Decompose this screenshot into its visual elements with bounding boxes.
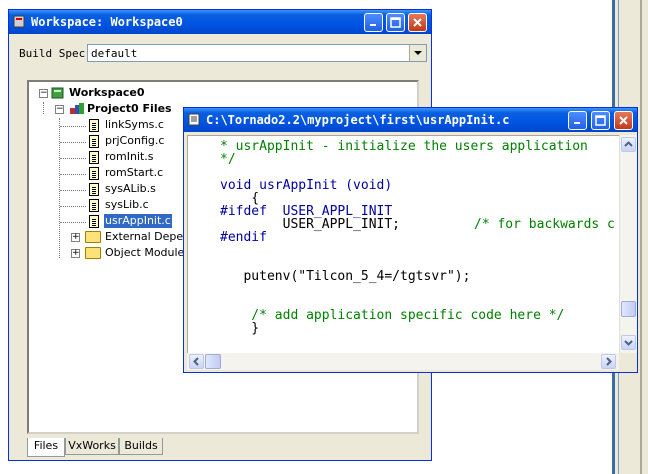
tree-label: romStart.c: [105, 166, 164, 179]
source-file-icon: [89, 151, 99, 164]
workspace-app-icon: [13, 15, 25, 28]
build-spec-label: Build Spec: [19, 47, 86, 60]
chevron-right-icon: [606, 357, 612, 366]
tree-label: Project0 Files: [87, 102, 172, 115]
source-file-icon: [89, 119, 99, 132]
tree-expander[interactable]: +: [71, 233, 80, 242]
tab-files[interactable]: Files: [27, 438, 65, 457]
tree-item-workspace0[interactable]: − Workspace0: [29, 86, 409, 100]
source-file-icon: [89, 199, 99, 212]
minimize-icon: [574, 122, 580, 124]
scroll-left-button[interactable]: [189, 354, 204, 369]
folder-icon: [85, 247, 101, 259]
maximize-button[interactable]: [591, 111, 610, 130]
vertical-scrollbar[interactable]: [619, 135, 637, 353]
workspace-titlebar[interactable]: Workspace: Workspace0: [9, 10, 431, 34]
source-file-icon: [89, 167, 99, 180]
tree-label: romInit.s: [105, 150, 154, 163]
editor-window: C:\Tornado2.2\myproject\first\usrAppInit…: [183, 107, 638, 373]
source-file-icon: [89, 183, 99, 196]
build-spec-combo[interactable]: default: [87, 44, 427, 62]
code-line: */: [220, 152, 236, 167]
close-icon: [413, 18, 422, 27]
combo-dropdown-button[interactable]: [409, 45, 426, 61]
tree-label: linkSyms.c: [105, 118, 164, 131]
chevron-down-icon: [624, 340, 633, 346]
tree-label: prjConfig.c: [105, 134, 165, 147]
scroll-down-button[interactable]: [621, 335, 636, 350]
tree-label-selected: usrAppInit.c: [104, 214, 172, 228]
chevron-down-icon: [414, 51, 422, 55]
code-line: * usrAppInit - initialize the users appl…: [220, 139, 588, 154]
code-editor[interactable]: * usrAppInit - initialize the users appl…: [187, 135, 621, 355]
maximize-icon: [595, 115, 606, 126]
tree-label: sysALib.s: [105, 182, 156, 195]
chevron-left-icon: [193, 357, 199, 366]
folder-icon: [85, 231, 101, 243]
tree-expander[interactable]: −: [39, 89, 48, 98]
tree-expander[interactable]: −: [55, 105, 64, 114]
close-icon: [619, 116, 628, 125]
editor-titlebar[interactable]: C:\Tornado2.2\myproject\first\usrAppInit…: [184, 108, 637, 132]
minimize-button[interactable]: [364, 13, 383, 32]
minimize-icon: [370, 24, 376, 26]
workspace-icon: [51, 87, 64, 99]
horizontal-scrollbar[interactable]: [187, 353, 619, 370]
close-button[interactable]: [408, 13, 427, 32]
maximize-button[interactable]: [386, 13, 405, 32]
code-line: /* add application specific code here */: [220, 308, 565, 323]
tree-label: Object Modules: [105, 246, 191, 259]
workspace-title: Workspace: Workspace0: [31, 15, 183, 29]
minimize-button[interactable]: [568, 111, 587, 130]
code-line: #endif: [220, 230, 267, 245]
scroll-up-button[interactable]: [621, 137, 636, 152]
tab-builds[interactable]: Builds: [119, 438, 163, 455]
tree-expander[interactable]: +: [71, 249, 80, 258]
code-line: }: [220, 321, 260, 336]
scrollbar-corner: [619, 353, 636, 370]
chevron-up-icon: [624, 141, 633, 147]
source-file-icon: [89, 215, 99, 228]
vertical-scroll-thumb[interactable]: [621, 301, 636, 317]
document-icon: [188, 113, 200, 126]
close-button[interactable]: [614, 111, 633, 130]
tab-vxworks[interactable]: VxWorks: [65, 438, 119, 455]
build-spec-value: default: [91, 47, 138, 60]
project-icon: [70, 103, 84, 114]
background-edge: [640, 0, 642, 474]
scroll-right-button[interactable]: [601, 354, 616, 369]
code-inline-comment: /* for backwards c: [474, 217, 615, 232]
maximize-icon: [390, 17, 401, 28]
editor-title: C:\Tornado2.2\myproject\first\usrAppInit…: [206, 113, 510, 127]
source-file-icon: [89, 135, 99, 148]
horizontal-scroll-thumb[interactable]: [205, 354, 221, 369]
code-line: putenv("Tilcon_5_4=/tgtsvr");: [220, 269, 471, 284]
tree-label: Workspace0: [69, 86, 145, 99]
tree-label: sysLib.c: [105, 198, 149, 211]
